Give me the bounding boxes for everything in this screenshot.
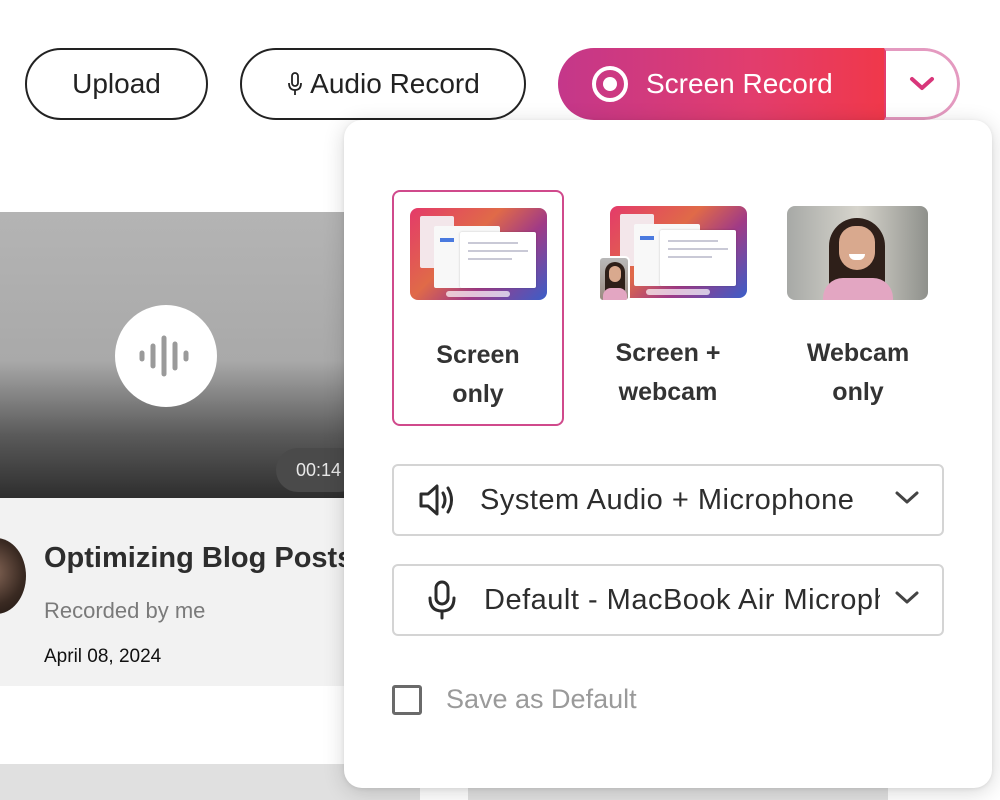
recording-title[interactable]: Optimizing Blog Posts (44, 542, 353, 575)
mode-label-line1: Screen (436, 341, 520, 369)
webcam-preview-image (787, 206, 928, 300)
speaker-icon (419, 484, 453, 516)
mode-label-line2: webcam (618, 378, 718, 406)
mode-label-line1: Webcam (806, 339, 910, 367)
audio-record-button[interactable]: Audio Record (240, 48, 526, 120)
save-as-default-row[interactable]: Save as Default (392, 684, 637, 715)
screen-record-options-panel: Screen only Screen + webcam Webcam only … (344, 120, 992, 788)
audio-record-label: Audio Record (310, 68, 480, 99)
microphone-value: Default - MacBook Air Microphone (484, 583, 880, 616)
chevron-down-icon (895, 591, 919, 604)
microphone-icon (428, 580, 456, 620)
mode-screen-only[interactable]: Screen only (392, 190, 564, 426)
app-stage: Upload Audio Record Screen Record 00:14 … (0, 0, 1000, 800)
chevron-down-icon (909, 77, 934, 90)
microphone-select[interactable]: Default - MacBook Air Microphone (392, 564, 944, 636)
record-icon (592, 66, 628, 102)
audio-source-select[interactable]: System Audio + Microphone (392, 464, 944, 536)
save-as-default-label: Save as Default (446, 684, 637, 714)
screen-record-button[interactable]: Screen Record (558, 48, 884, 120)
upload-label: Upload (72, 68, 161, 99)
screen-preview-image (410, 208, 547, 300)
avatar (0, 538, 26, 614)
webcam-overlay-image (598, 256, 630, 302)
mode-screen-webcam[interactable]: Screen + webcam (582, 190, 754, 426)
upload-button[interactable]: Upload (25, 48, 208, 120)
screen-preview-image (610, 206, 747, 298)
audio-waveform-icon (115, 305, 217, 407)
chevron-down-icon (895, 491, 919, 504)
mode-label-line2: only (832, 378, 884, 406)
screen-record-split-button: Screen Record (558, 48, 960, 120)
recorded-by-label: Recorded by me (44, 598, 206, 623)
screen-record-label: Screen Record (646, 68, 833, 99)
audio-source-value: System Audio + Microphone (480, 483, 855, 516)
microphone-icon (288, 72, 303, 95)
save-as-default-checkbox[interactable] (392, 684, 422, 715)
mode-label-line2: only (452, 380, 504, 408)
screen-record-options-toggle[interactable] (884, 48, 960, 120)
recording-date: April 08, 2024 (44, 646, 162, 667)
mode-label-line1: Screen + (615, 339, 721, 367)
